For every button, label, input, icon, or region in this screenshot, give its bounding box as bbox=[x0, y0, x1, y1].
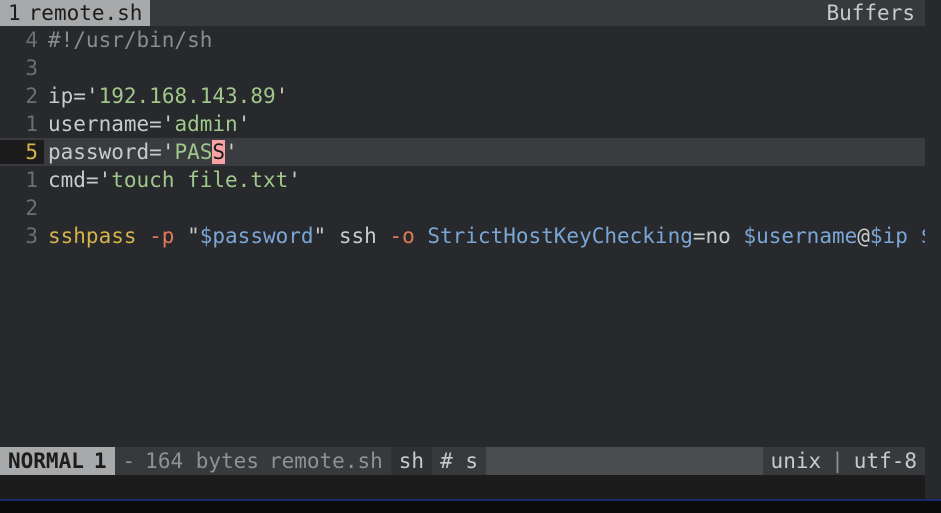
tab-bar-spacer bbox=[150, 0, 816, 26]
buffers-button[interactable]: Buffers bbox=[816, 0, 925, 26]
line-number: 3 bbox=[0, 224, 44, 248]
status-encoding: unix | utf-8 bbox=[763, 447, 925, 475]
desktop-strip bbox=[0, 501, 941, 513]
code-line[interactable]: 3 bbox=[0, 54, 925, 82]
status-file: - 164 bytes remote.sh bbox=[115, 447, 391, 475]
tab-bar: 1 remote.sh Buffers bbox=[0, 0, 925, 26]
status-flags: # s bbox=[432, 447, 486, 475]
editor-window: 1 remote.sh Buffers 4#!/usr/bin/sh32ip='… bbox=[0, 0, 941, 501]
status-bar: NORMAL 1 - 164 bytes remote.sh sh # s un… bbox=[0, 447, 925, 475]
line-text: sshpass -p "$password" ssh -o StrictHost… bbox=[44, 224, 925, 248]
line-number: 2 bbox=[0, 196, 44, 220]
line-number: 1 bbox=[0, 168, 44, 192]
code-line[interactable]: 2 bbox=[0, 194, 925, 222]
code-line[interactable]: 1username='admin' bbox=[0, 110, 925, 138]
code-area[interactable]: 4#!/usr/bin/sh32ip='192.168.143.89'1user… bbox=[0, 26, 925, 447]
line-text: username='admin' bbox=[44, 112, 925, 136]
line-text: #!/usr/bin/sh bbox=[44, 28, 925, 52]
code-line[interactable]: 3sshpass -p "$password" ssh -o StrictHos… bbox=[0, 222, 925, 250]
status-spacer bbox=[486, 447, 763, 475]
line-number: 3 bbox=[0, 56, 44, 80]
code-line[interactable]: 4#!/usr/bin/sh bbox=[0, 26, 925, 54]
line-text: ip='192.168.143.89' bbox=[44, 84, 925, 108]
status-filetype: sh bbox=[391, 447, 432, 475]
tab-filename: remote.sh bbox=[29, 1, 143, 25]
code-line[interactable]: 2ip='192.168.143.89' bbox=[0, 82, 925, 110]
line-number: 1 bbox=[0, 112, 44, 136]
tab-index: 1 bbox=[8, 1, 21, 25]
line-number: 2 bbox=[0, 84, 44, 108]
cursor: S bbox=[212, 140, 225, 164]
line-text: cmd='touch file.txt' bbox=[44, 168, 925, 192]
line-number: 4 bbox=[0, 28, 44, 52]
line-number: 5 bbox=[0, 140, 44, 164]
code-line[interactable]: 5password='PASS' bbox=[0, 138, 925, 166]
command-line[interactable] bbox=[0, 475, 925, 501]
line-text: password='PASS' bbox=[44, 140, 925, 164]
tab-remote-sh[interactable]: 1 remote.sh bbox=[0, 0, 150, 26]
code-line[interactable]: 1cmd='touch file.txt' bbox=[0, 166, 925, 194]
status-mode: NORMAL 1 bbox=[0, 447, 115, 475]
